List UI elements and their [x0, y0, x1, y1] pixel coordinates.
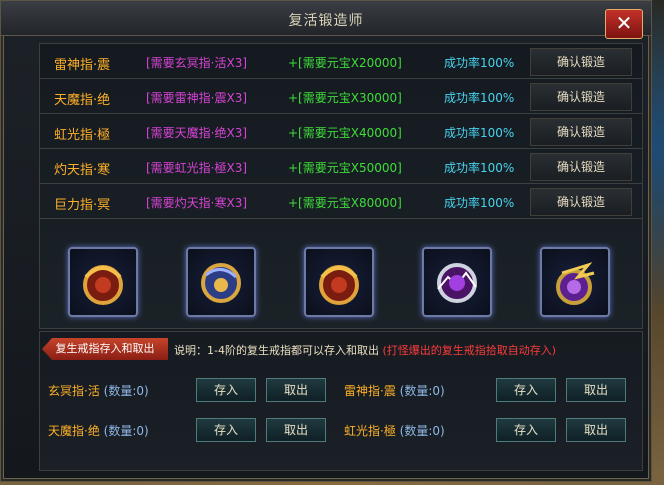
ingot-cost: +[需要元宝X30000] — [288, 91, 402, 105]
ingot-cost: +[需要元宝X40000] — [288, 126, 402, 140]
dialog-title: 复活锻造师 — [288, 13, 364, 29]
ring-requirement: [需要玄冥指·活X3] — [146, 56, 248, 70]
ring-gold-purple-icon — [556, 262, 595, 305]
forge-dialog: 复活锻造师 ✕ 雷神指·震 [需要玄冥指·活X3] +[需要元宝X20000] … — [0, 0, 652, 482]
confirm-forge-button[interactable]: 确认锻造 — [530, 153, 632, 181]
ring-slot-3[interactable] — [304, 247, 374, 317]
ring-name: 天魔指·绝 — [54, 93, 111, 108]
confirm-forge-button[interactable]: 确认锻造 — [530, 83, 632, 111]
ring-name: 巨力指·冥 — [54, 198, 111, 213]
success-rate: 成功率100% — [444, 196, 515, 210]
forge-row: 灼天指·寒 [需要虹光指·極X3] +[需要元宝X50000] 成功率100% … — [40, 149, 642, 184]
ingot-cost: +[需要元宝X50000] — [288, 161, 402, 175]
ring-requirement: [需要虹光指·極X3] — [146, 161, 248, 175]
storage-slot: 玄冥指·活 (数量:0) — [48, 382, 149, 399]
ring-blue-gold-icon — [201, 263, 241, 303]
storage-note: 说明：1-4阶的复生戒指都可以存入和取出 (打怪爆出的复生戒指拾取自动存入) — [174, 342, 556, 358]
ring-preview-strip — [40, 239, 642, 324]
storage-tab[interactable]: 复生戒指存入和取出 — [42, 338, 168, 360]
ingot-cost: +[需要元宝X80000] — [288, 196, 402, 210]
success-rate: 成功率100% — [444, 56, 515, 70]
ring-requirement: [需要天魔指·绝X3] — [146, 126, 248, 140]
storage-slot: 虹光指·極 (数量:0) — [344, 422, 445, 439]
slot-count: (数量:0) — [399, 384, 445, 398]
ring-slot-2[interactable] — [186, 247, 256, 317]
title-bar: 复活锻造师 ✕ — [1, 1, 651, 39]
confirm-forge-button[interactable]: 确认锻造 — [530, 188, 632, 216]
slot-count: (数量:0) — [103, 424, 149, 438]
slot-ring-name: 天魔指·绝 — [48, 424, 100, 438]
note-text: 说明：1-4阶的复生戒指都可以存入和取出 — [174, 344, 379, 357]
deposit-button[interactable]: 存入 — [496, 418, 556, 442]
forge-row: 雷神指·震 [需要玄冥指·活X3] +[需要元宝X20000] 成功率100% … — [40, 44, 642, 79]
success-rate: 成功率100% — [444, 126, 515, 140]
slot-count: (数量:0) — [399, 424, 445, 438]
ring-name: 灼天指·寒 — [54, 163, 111, 178]
withdraw-button[interactable]: 取出 — [566, 418, 626, 442]
forge-row: 天魔指·绝 [需要雷神指·震X3] +[需要元宝X30000] 成功率100% … — [40, 79, 642, 114]
slot-ring-name: 雷神指·震 — [344, 384, 396, 398]
note-warning: (打怪爆出的复生戒指拾取自动存入) — [382, 344, 557, 357]
success-rate: 成功率100% — [444, 161, 515, 175]
deposit-button[interactable]: 存入 — [496, 378, 556, 402]
confirm-forge-button[interactable]: 确认锻造 — [530, 118, 632, 146]
forge-panel: 雷神指·震 [需要玄冥指·活X3] +[需要元宝X20000] 成功率100% … — [39, 43, 643, 329]
ring-requirement: [需要雷神指·震X3] — [146, 91, 248, 105]
forge-row: 巨力指·冥 [需要灼天指·寒X3] +[需要元宝X80000] 成功率100% … — [40, 184, 642, 219]
ring-name: 虹光指·極 — [54, 128, 111, 143]
withdraw-button[interactable]: 取出 — [266, 378, 326, 402]
success-rate: 成功率100% — [444, 91, 515, 105]
ring-requirement: [需要灼天指·寒X3] — [146, 196, 248, 210]
ingot-cost: +[需要元宝X20000] — [288, 56, 402, 70]
ring-purple-silver-icon — [437, 263, 477, 303]
storage-slot: 天魔指·绝 (数量:0) — [48, 422, 149, 439]
ring-slot-5[interactable] — [540, 247, 610, 317]
ring-name: 雷神指·震 — [54, 58, 111, 73]
ring-gold-red-icon — [83, 265, 123, 305]
deposit-button[interactable]: 存入 — [196, 418, 256, 442]
withdraw-button[interactable]: 取出 — [566, 378, 626, 402]
slot-count: (数量:0) — [103, 384, 149, 398]
confirm-forge-button[interactable]: 确认锻造 — [530, 48, 632, 76]
withdraw-button[interactable]: 取出 — [266, 418, 326, 442]
ring-slot-1[interactable] — [68, 247, 138, 317]
ring-slot-4[interactable] — [422, 247, 492, 317]
close-button[interactable]: ✕ — [605, 9, 643, 39]
storage-slot: 雷神指·震 (数量:0) — [344, 382, 445, 399]
forge-row: 虹光指·極 [需要天魔指·绝X3] +[需要元宝X40000] 成功率100% … — [40, 114, 642, 149]
ring-gold-red-icon — [319, 265, 359, 305]
storage-panel: 复生戒指存入和取出 说明：1-4阶的复生戒指都可以存入和取出 (打怪爆出的复生戒… — [39, 331, 643, 471]
slot-ring-name: 虹光指·極 — [344, 424, 396, 438]
deposit-button[interactable]: 存入 — [196, 378, 256, 402]
slot-ring-name: 玄冥指·活 — [48, 384, 100, 398]
